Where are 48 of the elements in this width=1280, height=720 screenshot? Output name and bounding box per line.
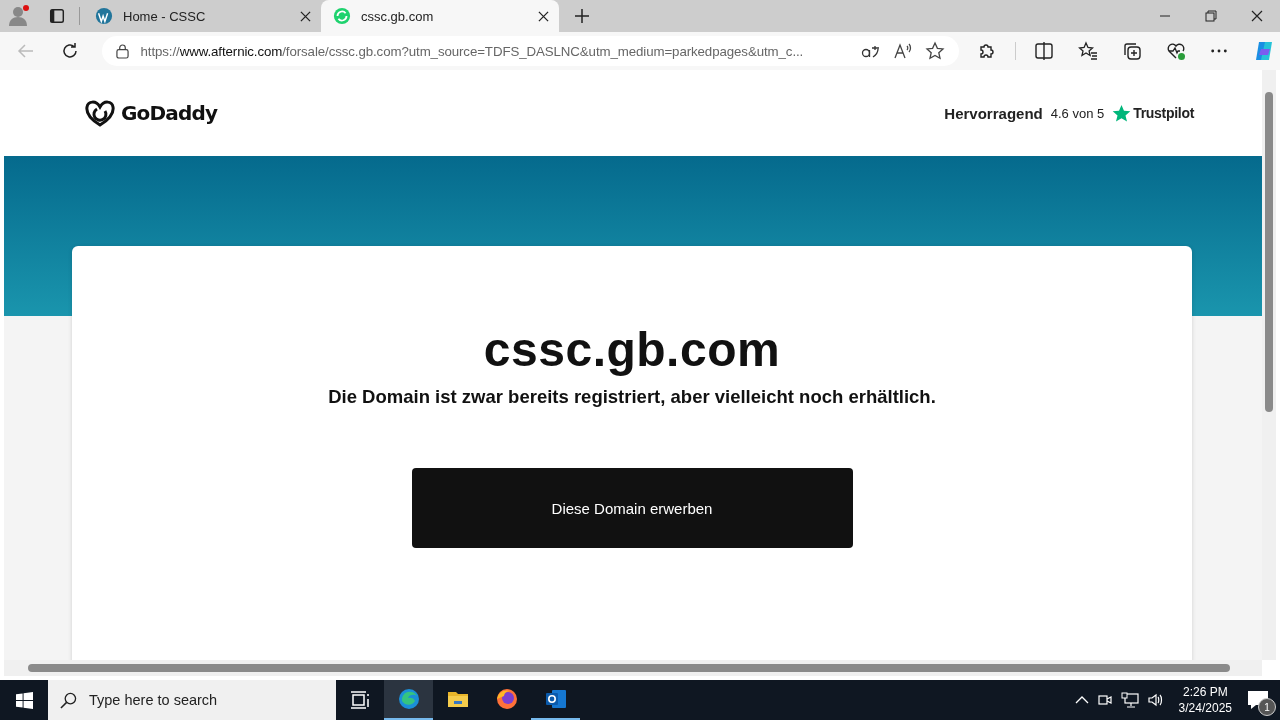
camera-icon[interactable] [1096, 692, 1113, 708]
translate-icon[interactable] [861, 43, 881, 59]
network-icon[interactable] [1120, 692, 1139, 708]
edge-browser-icon [396, 687, 421, 711]
logo-text[interactable]: GoDaddy [121, 101, 218, 125]
windows-start-icon[interactable] [15, 691, 33, 709]
favorite-star-icon[interactable] [925, 41, 945, 61]
wordpress-icon [95, 7, 113, 25]
vertical-scrollbar[interactable] [1262, 70, 1276, 660]
close-icon[interactable] [538, 10, 549, 22]
read-aloud-icon[interactable] [893, 42, 913, 60]
volume-icon[interactable] [1146, 692, 1165, 708]
tab-actions-icon[interactable] [48, 7, 66, 25]
restore-icon[interactable] [1205, 10, 1217, 22]
heart-pulse-icon[interactable] [1166, 41, 1186, 61]
taskbar-search-field[interactable]: Type here to search [48, 680, 336, 720]
collections-icon[interactable] [1122, 41, 1142, 61]
refresh-arrows-icon [333, 7, 351, 25]
task-view-icon[interactable] [350, 691, 370, 709]
mail-app-icon [543, 687, 568, 711]
split-screen-icon[interactable] [1034, 41, 1054, 61]
star-icon [1112, 103, 1132, 123]
browser-tab[interactable]: cssc.gb.com [321, 0, 559, 32]
buy-domain-button[interactable]: Diese Domain erwerben [411, 468, 853, 548]
close-icon[interactable] [300, 10, 311, 22]
firefox-icon [494, 687, 519, 711]
extensions-icon[interactable] [977, 41, 997, 61]
rating-label: Hervorragend [944, 104, 1043, 122]
clock[interactable]: 2:26 PM 3/24/2025 [1178, 684, 1232, 716]
reload-icon[interactable] [60, 42, 79, 60]
status-message: Die Domain ist zwar bereits registriert, aber vielleicht noch erhältlich. [328, 386, 936, 408]
profile-icon[interactable] [7, 4, 31, 28]
url-text: https://www.afternic.com/forsale/cssc.gb.com?utm_source=TDFS_DASLNC&utm_medium=parkedpages&utm_c... [140, 43, 805, 59]
notification-count: 1 [1258, 698, 1276, 716]
search-icon [60, 691, 77, 709]
lock-icon [115, 43, 129, 59]
taskbar-app-button[interactable] [384, 680, 433, 720]
browser-tab[interactable]: Home - CSSC [83, 0, 321, 32]
horizontal-scrollbar[interactable] [4, 660, 1262, 676]
favorites-icon[interactable] [1078, 41, 1098, 61]
address-bar[interactable]: https://www.afternic.com/forsale/cssc.gb.com?utm_source=TDFS_DASLNC&utm_medium=parkedpages&utm_c... [101, 36, 959, 66]
heart-logo-icon [84, 99, 116, 127]
new-tab-icon[interactable] [574, 8, 590, 24]
rating-score: 4.6 von 5 [1050, 105, 1105, 121]
trustpilot-brand[interactable]: Trustpilot [1133, 105, 1194, 121]
domain-title: cssc.gb.com [483, 322, 781, 378]
close-icon[interactable] [1251, 10, 1263, 22]
chevron-up-icon[interactable] [1074, 695, 1089, 705]
